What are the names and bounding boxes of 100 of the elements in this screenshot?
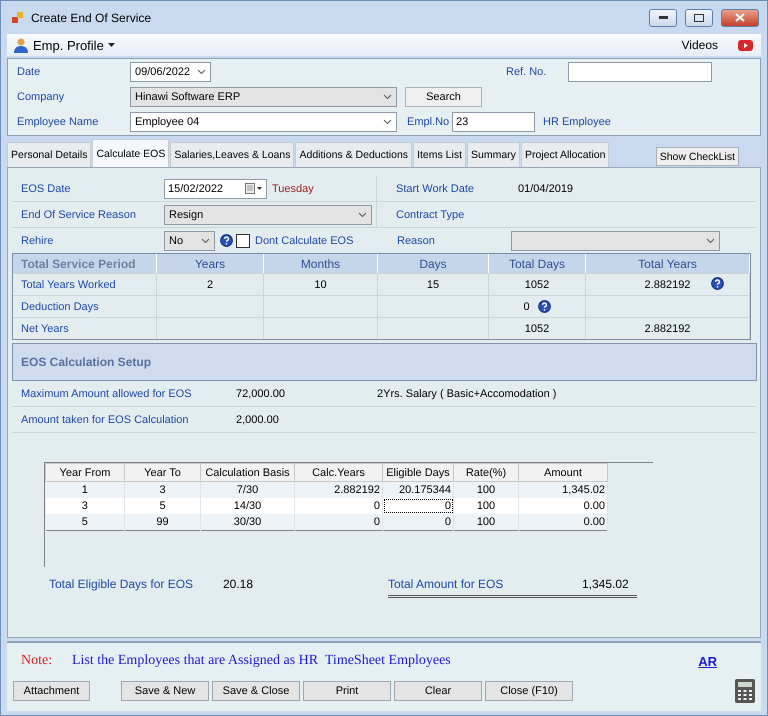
chevron-icon [358, 212, 367, 218]
reason-label: End Of Service Reason [21, 208, 137, 220]
close-button[interactable] [721, 8, 759, 26]
tab[interactable]: Summary [467, 142, 520, 167]
grid-cell[interactable]: 100 [454, 514, 518, 530]
maximize-icon [694, 14, 704, 22]
footer-button[interactable]: Attachment [13, 681, 90, 701]
grid-cell[interactable]: 5 [46, 514, 124, 530]
help-icon[interactable] [711, 277, 724, 290]
hr-employee-link[interactable]: HR Employee [543, 116, 611, 128]
setup-note: 2Yrs. Salary ( Basic+Accomodation ) [377, 388, 556, 400]
column-header[interactable]: Calc.Years [294, 464, 382, 482]
help-icon[interactable] [220, 234, 233, 247]
footer-button[interactable]: Close (F10) [485, 681, 573, 701]
grid-cell[interactable]: 14/30 [200, 498, 294, 514]
checkbox[interactable] [236, 234, 250, 248]
date-label: Date [17, 66, 42, 78]
grid-cell[interactable]: 2.882192 [294, 482, 382, 498]
minimize-button[interactable] [649, 8, 677, 26]
grid-cell[interactable]: 0 [294, 514, 382, 530]
column-header: Total Service Period [13, 254, 157, 273]
grid-cell[interactable]: 100 [454, 482, 518, 498]
column-header: Years [157, 254, 264, 273]
setup-label: Amount taken for EOS Calculation [21, 414, 190, 426]
table-cell: 2 [206, 278, 214, 290]
grid-cell[interactable]: 5 [124, 498, 200, 514]
grid-cell[interactable]: 100 [454, 498, 518, 514]
chevron-icon [201, 238, 210, 244]
employee-dropdown[interactable]: Employee 04 [130, 112, 397, 132]
weekday-label: Tuesday [272, 182, 314, 194]
row-label: Deduction Days [13, 296, 157, 317]
ref-no-label: Ref. No. [506, 66, 548, 78]
company-label: Company [17, 91, 66, 103]
start-work-date-label: Start Work Date [396, 182, 476, 194]
column-header[interactable]: Calculation Basis [200, 464, 294, 482]
video-play-icon[interactable] [738, 40, 753, 50]
row-label: Net Years [13, 318, 157, 339]
grid-cell[interactable]: 0.00 [518, 514, 608, 530]
tab[interactable]: Additions & Deductions [295, 142, 412, 167]
calculator-icon[interactable] [735, 679, 755, 703]
eligible-days-label: Total Eligible Days for EOS [49, 577, 194, 591]
eos-date-field[interactable]: 15/02/2022 [164, 178, 267, 198]
tab[interactable]: Items List [413, 142, 466, 167]
calendar-icon[interactable] [245, 183, 263, 194]
grid-cell[interactable]: 0 [382, 498, 454, 514]
search-button[interactable]: Search [405, 87, 482, 107]
tab[interactable]: Personal Details [7, 142, 92, 167]
footer-button[interactable]: Save & New [121, 681, 209, 701]
column-header[interactable]: Rate(%) [454, 464, 518, 482]
empl-no-field[interactable]: 23 [452, 112, 535, 132]
person-icon [13, 37, 29, 53]
table-cell: 2.882192 [644, 322, 690, 334]
rehire-dropdown[interactable]: No [164, 230, 215, 250]
grid-cell[interactable]: 7/30 [200, 482, 294, 498]
footer-button[interactable]: Save & Close [212, 681, 300, 701]
tab[interactable]: Calculate EOS [92, 139, 170, 167]
grid-cell[interactable]: 3 [46, 498, 124, 514]
grid-cell[interactable]: 99 [124, 514, 200, 530]
total-amount-label: Total Amount for EOS [388, 576, 504, 590]
table-cell: 10 [314, 278, 327, 290]
ref-no-field[interactable] [568, 62, 712, 82]
grid-cell[interactable]: 30/30 [200, 514, 294, 530]
grid-cell[interactable]: 0.00 [518, 498, 608, 514]
app-icon [11, 10, 25, 24]
table-cell: 1052 [524, 278, 550, 290]
total-amount-value: 1,345.02 [582, 576, 630, 590]
tab[interactable]: Salaries,Leaves & Loans [170, 142, 294, 167]
column-header[interactable]: Year To [124, 464, 200, 482]
chevron-icon [383, 119, 392, 125]
setup-value: 72,000.00 [236, 388, 286, 400]
chevron-icon [383, 94, 392, 100]
footer-button[interactable]: Clear [394, 681, 482, 701]
column-header[interactable]: Eligible Days [382, 464, 454, 482]
column-header: Total Years [586, 254, 750, 273]
grid-cell[interactable]: 3 [124, 482, 200, 498]
table-cell: 15 [426, 278, 440, 290]
profile-menu[interactable]: Emp. Profile [13, 37, 115, 53]
help-icon[interactable] [538, 300, 551, 313]
section-title: EOS Calculation Setup [21, 355, 152, 369]
contract-type-label: Contract Type [396, 208, 466, 220]
date-field[interactable]: 09/06/2022 [130, 62, 211, 82]
maximize-button[interactable] [685, 8, 713, 26]
reason-label: Reason [397, 234, 436, 246]
tab[interactable]: Project Allocation [520, 142, 610, 167]
grid-cell[interactable]: 20.175344 [382, 482, 454, 498]
table-cell: 0 [523, 300, 530, 312]
column-header[interactable]: Year From [46, 464, 124, 482]
grid-cell[interactable]: 1,345.02 [518, 482, 608, 498]
eligible-days-value: 20.18 [223, 577, 254, 591]
footer-button[interactable]: Print [303, 681, 391, 701]
ar-link[interactable]: AR [698, 654, 717, 668]
grid-cell[interactable]: 0 [382, 514, 454, 530]
grid-cell[interactable]: 0 [294, 498, 382, 514]
videos-label[interactable]: Videos [682, 38, 718, 52]
column-header[interactable]: Amount [518, 464, 608, 482]
minimize-icon [658, 16, 668, 19]
empl-no-label: Empl.No [407, 116, 450, 128]
show-checklist-button[interactable]: Show CheckList [656, 147, 739, 166]
grid-cell[interactable]: 1 [46, 482, 124, 498]
employee-name-label: Employee Name [17, 116, 100, 128]
